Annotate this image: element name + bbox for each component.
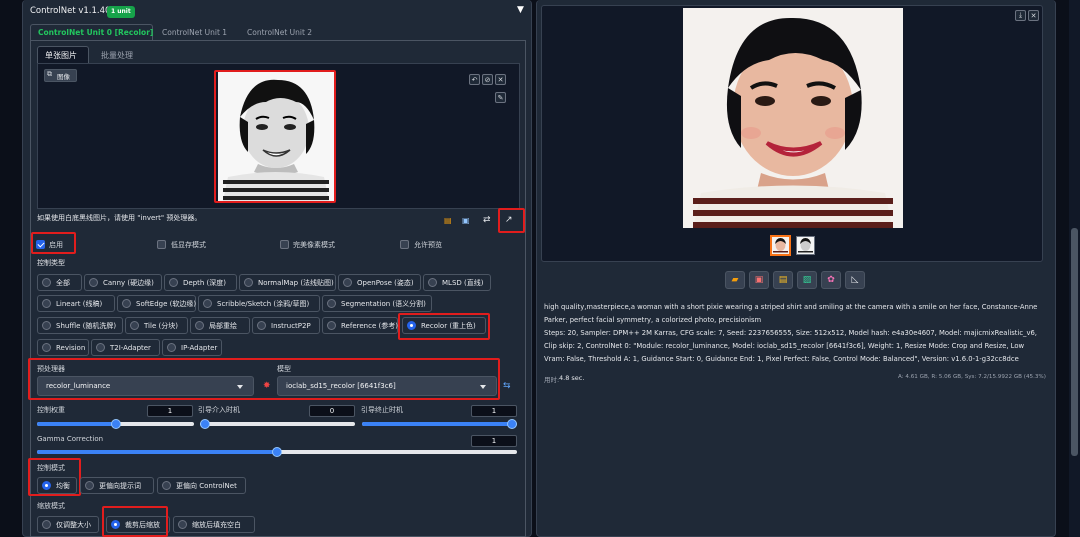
time-label: 用时: (544, 376, 560, 384)
resize-mode-just-resize[interactable]: 仅调整大小 (37, 516, 99, 533)
download-icon[interactable]: ⤓ (1015, 10, 1026, 21)
highlight-preprocessor-model (28, 358, 500, 400)
send-to-extras-icon[interactable]: ✿ (821, 271, 841, 289)
tab-unit-2[interactable]: ControlNet Unit 2 (247, 28, 312, 37)
open-folder-icon[interactable]: ▰ (725, 271, 745, 289)
pixel-perfect-label: 完美像素模式 (293, 241, 335, 249)
highlight-enable (31, 232, 76, 254)
end-label: 引导终止时机 (361, 406, 403, 414)
resize-mode-title: 缩放模式 (37, 502, 65, 510)
gamma-input[interactable]: 1 (471, 435, 517, 447)
control-mode-prompt[interactable]: 更偏向提示词 (80, 477, 154, 494)
save-icon[interactable]: ▣ (749, 271, 769, 289)
close-gallery-icon[interactable]: ✕ (1028, 10, 1039, 21)
control-type-instructp2p[interactable]: InstructP2P (252, 317, 320, 334)
control-type-reference[interactable]: Reference (参考) (322, 317, 398, 334)
weight-input[interactable]: 1 (147, 405, 193, 417)
control-type-lineart[interactable]: Lineart (线稿) (37, 295, 115, 312)
control-type-normalmap[interactable]: NormalMap (法线贴图) (239, 274, 336, 291)
start-slider[interactable] (200, 419, 355, 429)
weight-label: 控制权重 (37, 406, 65, 414)
invert-hint: 如果使用白底黑线图片，请使用 "invert" 预处理器。 (37, 214, 202, 222)
output-image[interactable] (683, 8, 903, 228)
gamma-slider[interactable] (37, 447, 517, 457)
close-icon[interactable]: ✕ (495, 74, 506, 85)
image-label: 图像 (57, 73, 70, 81)
tab-unit-1[interactable]: ControlNet Unit 1 (162, 28, 227, 37)
highlight-send-button (498, 208, 525, 233)
highlight-crop-resize (102, 506, 168, 537)
control-type-depth[interactable]: Depth (深度) (164, 274, 237, 291)
camera-icon[interactable]: ▣ (462, 216, 470, 225)
weight-slider[interactable] (37, 419, 194, 429)
send-to-img2img-icon[interactable]: ▤ (773, 271, 793, 289)
params-text: Steps: 20, Sampler: DPM++ 2M Karras, CFG… (544, 329, 1037, 363)
control-type-scribble[interactable]: Scribble/Sketch (涂鸦/草图) (198, 295, 320, 312)
subtab-single-label: 单张图片 (45, 51, 77, 60)
collapse-toggle-icon[interactable]: ▼ (517, 5, 524, 15)
control-type-canny[interactable]: Canny (硬边缘) (84, 274, 162, 291)
resize-mode-fill[interactable]: 缩放后填充空白 (173, 516, 255, 533)
start-label: 引导介入时机 (198, 406, 240, 414)
pixel-perfect-checkbox[interactable] (280, 240, 289, 249)
control-type-revision[interactable]: Revision (37, 339, 89, 356)
highlight-recolor (398, 313, 490, 340)
highlight-input-image (214, 70, 336, 203)
time-value: 4.8 sec. (559, 374, 585, 382)
control-type-t2i-adapter[interactable]: T2I-Adapter (91, 339, 160, 356)
image-icon: ⧉ (47, 70, 52, 78)
control-type-mlsd[interactable]: MLSD (直线) (423, 274, 491, 291)
reset-icon[interactable]: ⊘ (482, 74, 493, 85)
new-canvas-icon[interactable]: ▤ (444, 216, 452, 225)
low-vram-checkbox[interactable] (157, 240, 166, 249)
allow-preview-checkbox[interactable] (400, 240, 409, 249)
controlnet-title: ControlNet v1.1.406 (30, 6, 116, 16)
control-type-segmentation[interactable]: Segmentation (语义分割) (322, 295, 432, 312)
end-input[interactable]: 1 (471, 405, 517, 417)
control-type-title: 控制类型 (37, 259, 65, 267)
control-type-inpaint[interactable]: 局部重绘 (190, 317, 250, 334)
refresh-models-icon[interactable]: ⇆ (503, 381, 511, 391)
low-vram-label: 低显存模式 (171, 241, 206, 249)
scrollbar-thumb[interactable] (1071, 228, 1078, 456)
control-mode-balanced[interactable]: 均衡 (37, 477, 77, 494)
prompt-text: high quality,masterpiece,a woman with a … (544, 303, 1038, 324)
brush-icon[interactable]: ✎ (495, 92, 506, 103)
control-type-tile[interactable]: Tile (分块) (125, 317, 188, 334)
control-type-ip-adapter[interactable]: IP-Adapter (162, 339, 222, 356)
vram-info: A: 4.61 GB, R: 5.06 GB, Sys: 7.2/15.9922… (898, 374, 1046, 380)
undo-icon[interactable]: ↶ (469, 74, 480, 85)
ruler-icon[interactable]: ◺ (845, 271, 865, 289)
send-to-inpaint-icon[interactable]: ▨ (797, 271, 817, 289)
subtab-batch[interactable]: 批量处理 (101, 50, 133, 61)
swap-icon[interactable]: ⇄ (483, 215, 491, 225)
control-type-all[interactable]: 全部 (37, 274, 82, 291)
start-input[interactable]: 0 (309, 405, 355, 417)
thumbnail-control[interactable] (796, 236, 815, 255)
gamma-label: Gamma Correction (37, 435, 104, 443)
allow-preview-label: 允许预览 (414, 241, 442, 249)
unit-count-badge: 1 unit (107, 6, 135, 18)
end-slider[interactable] (362, 419, 517, 429)
control-type-shuffle[interactable]: Shuffle (随机洗牌) (37, 317, 123, 334)
tab-unit-0-label: ControlNet Unit 0 [Recolor] (38, 28, 154, 37)
control-type-softedge[interactable]: SoftEdge (软边缘) (117, 295, 196, 312)
control-mode-controlnet[interactable]: 更偏向 ControlNet (157, 477, 246, 494)
control-type-openpose[interactable]: OpenPose (姿态) (338, 274, 421, 291)
thumbnail-result[interactable] (770, 235, 791, 256)
